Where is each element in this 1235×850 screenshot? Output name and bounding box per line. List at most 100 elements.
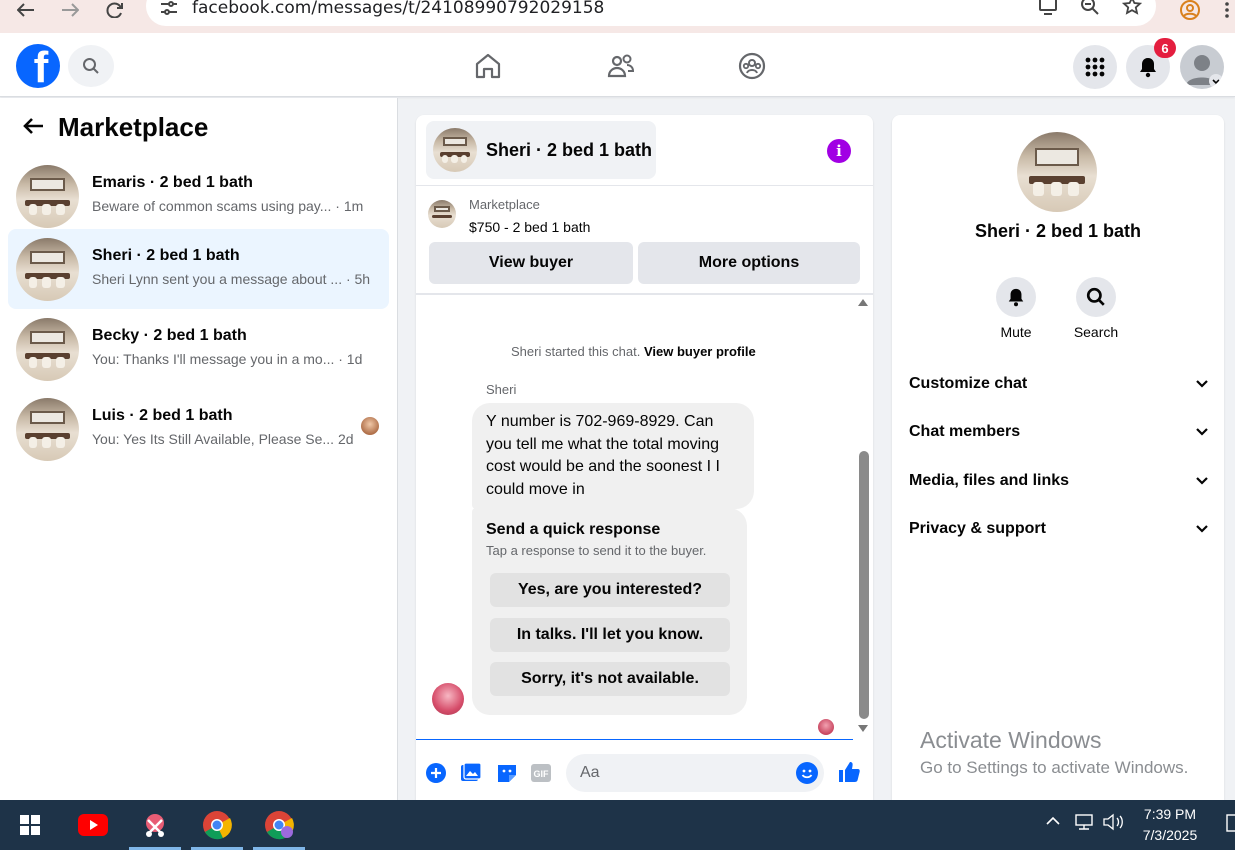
bell-icon (1008, 288, 1024, 307)
listing-thumbnail (428, 200, 456, 228)
clock-time: 7:39 PM (1143, 806, 1197, 822)
system-clock[interactable]: 7:39 PM 7/3/2025 (1130, 804, 1210, 846)
conversation-name: Sheri · 2 bed 1 bath (92, 247, 240, 264)
photo-icon[interactable] (460, 762, 482, 784)
windows-taskbar: 7:39 PM 7/3/2025 (0, 800, 1235, 850)
quick-response-card: Send a quick response Tap a response to … (472, 508, 747, 715)
seen-avatar (361, 417, 379, 435)
chevron-up-icon[interactable] (1045, 813, 1061, 834)
snipping-tool-icon[interactable] (129, 800, 181, 850)
conversation-name: Emaris · 2 bed 1 bath (92, 174, 253, 191)
site-settings-icon[interactable] (160, 0, 178, 16)
back-arrow-icon[interactable] (22, 114, 44, 142)
home-icon[interactable] (473, 51, 503, 81)
grid-menu-icon (1085, 57, 1105, 77)
listing-thumbnail (433, 128, 477, 172)
chat-panel: Sheri · 2 bed 1 bath i Marketplace $750 … (416, 115, 873, 800)
view-buyer-profile-link[interactable]: View buyer profile (644, 344, 756, 359)
info-icon[interactable]: i (827, 139, 851, 163)
search-facebook-button[interactable] (68, 45, 114, 87)
search-icon (1086, 287, 1105, 306)
friends-icon[interactable] (606, 51, 636, 81)
view-buyer-button[interactable]: View buyer (429, 242, 633, 284)
sender-name: Sheri (486, 382, 517, 397)
search-label: Search (1073, 324, 1119, 340)
section-label: Media, files and links (909, 472, 1070, 489)
listing-photo (1017, 132, 1097, 212)
reload-icon[interactable] (101, 0, 129, 20)
forward-arrow-icon[interactable] (56, 0, 84, 20)
menu-button[interactable] (1073, 45, 1117, 89)
message-bubble: Y number is 702-969-8929. Can you tell m… (472, 403, 754, 509)
bell-icon (1140, 58, 1156, 78)
section-label: Privacy & support (909, 520, 1046, 537)
gif-label: GIF (534, 769, 550, 779)
details-name: Sheri · 2 bed 1 bath (974, 221, 1142, 241)
profile-icon[interactable] (1176, 0, 1204, 20)
volume-icon[interactable] (1102, 813, 1126, 836)
search-conversation-button[interactable]: Search (1066, 277, 1126, 340)
back-arrow-icon[interactable] (12, 0, 40, 20)
quick-reply-button[interactable]: In talks. I'll let you know. (490, 618, 730, 652)
conversation-preview: Beware of common scams using pay... · 1m (92, 198, 364, 214)
quick-reply-button[interactable]: Sorry, it's not available. (490, 662, 730, 696)
conversation-preview: You: Yes Its Still Available, Please Se.… (92, 431, 354, 447)
search-icon (83, 58, 99, 74)
install-app-icon[interactable] (1038, 0, 1058, 16)
address-bar[interactable]: facebook.com/messages/t/2410899079202915… (146, 0, 1156, 26)
conversation-name: Becky · 2 bed 1 bath (92, 327, 247, 344)
windows-start-icon[interactable] (4, 800, 56, 850)
chat-header[interactable]: Sheri · 2 bed 1 bath (426, 121, 656, 179)
listing-thumbnail (16, 318, 79, 381)
conversation-item[interactable]: Luis · 2 bed 1 bath You: Yes Its Still A… (8, 389, 389, 469)
network-icon[interactable] (1073, 813, 1095, 836)
thumbs-up-icon[interactable] (837, 760, 861, 784)
sender-avatar (432, 683, 464, 715)
browser-toolbar: facebook.com/messages/t/2410899079202915… (0, 0, 1235, 33)
composer-divider (416, 739, 853, 740)
emoji-icon[interactable] (796, 762, 818, 784)
listing-thumbnail (16, 398, 79, 461)
listing-label: Marketplace (469, 197, 540, 212)
youtube-icon[interactable] (67, 800, 119, 850)
conversation-preview: Sheri Lynn sent you a message about ... … (92, 271, 371, 287)
facebook-logo[interactable]: f (16, 44, 60, 88)
facebook-top-nav: f 6 (0, 33, 1235, 97)
notification-center-icon[interactable] (1226, 813, 1235, 838)
conversation-item[interactable]: Becky · 2 bed 1 bath You: Thanks I'll me… (8, 309, 389, 389)
browser-menu-icon[interactable] (1220, 0, 1234, 20)
url-text[interactable]: facebook.com/messages/t/2410899079202915… (192, 0, 604, 18)
chat-title: Sheri · 2 bed 1 bath (486, 140, 653, 160)
plus-icon[interactable] (425, 762, 447, 784)
scrollbar-thumb[interactable] (859, 451, 869, 719)
account-avatar[interactable] (1180, 45, 1224, 89)
sticker-icon[interactable] (496, 762, 518, 784)
quick-reply-button[interactable]: Yes, are you interested? (490, 573, 730, 607)
listing-banner: Marketplace $750 - 2 bed 1 bath View buy… (416, 185, 873, 295)
zoom-icon[interactable] (1080, 0, 1100, 16)
groups-icon[interactable] (737, 51, 767, 81)
media-files-links-section[interactable]: Media, files and links (909, 466, 1209, 496)
chat-members-section[interactable]: Chat members (909, 417, 1209, 447)
more-options-button[interactable]: More options (638, 242, 860, 284)
privacy-support-section[interactable]: Privacy & support (909, 514, 1209, 544)
bookmark-star-icon[interactable] (1121, 0, 1143, 16)
message-input[interactable]: Aa (566, 754, 824, 792)
customize-chat-section[interactable]: Customize chat (909, 369, 1209, 399)
system-message-text: Sheri started this chat. (511, 344, 641, 359)
conversation-item-active[interactable]: Sheri · 2 bed 1 bath Sheri Lynn sent you… (8, 229, 389, 309)
system-message: Sheri started this chat. View buyer prof… (511, 344, 756, 359)
page-title: Marketplace (58, 112, 209, 142)
scroll-down-arrow-icon[interactable] (858, 725, 868, 732)
mute-button[interactable]: Mute (986, 277, 1046, 340)
gif-icon[interactable]: GIF (530, 762, 552, 784)
mute-label: Mute (1000, 324, 1032, 340)
conversation-item[interactable]: Emaris · 2 bed 1 bath Beware of common s… (8, 156, 389, 236)
section-label: Chat members (909, 423, 1021, 440)
scroll-up-arrow-icon[interactable] (858, 299, 868, 306)
conversation-preview: You: Thanks I'll message you in a mo... … (92, 351, 363, 367)
chrome-profile-icon[interactable] (253, 800, 305, 850)
listing-thumbnail (16, 238, 79, 301)
listing-thumbnail (16, 165, 79, 228)
chrome-icon[interactable] (191, 800, 243, 850)
